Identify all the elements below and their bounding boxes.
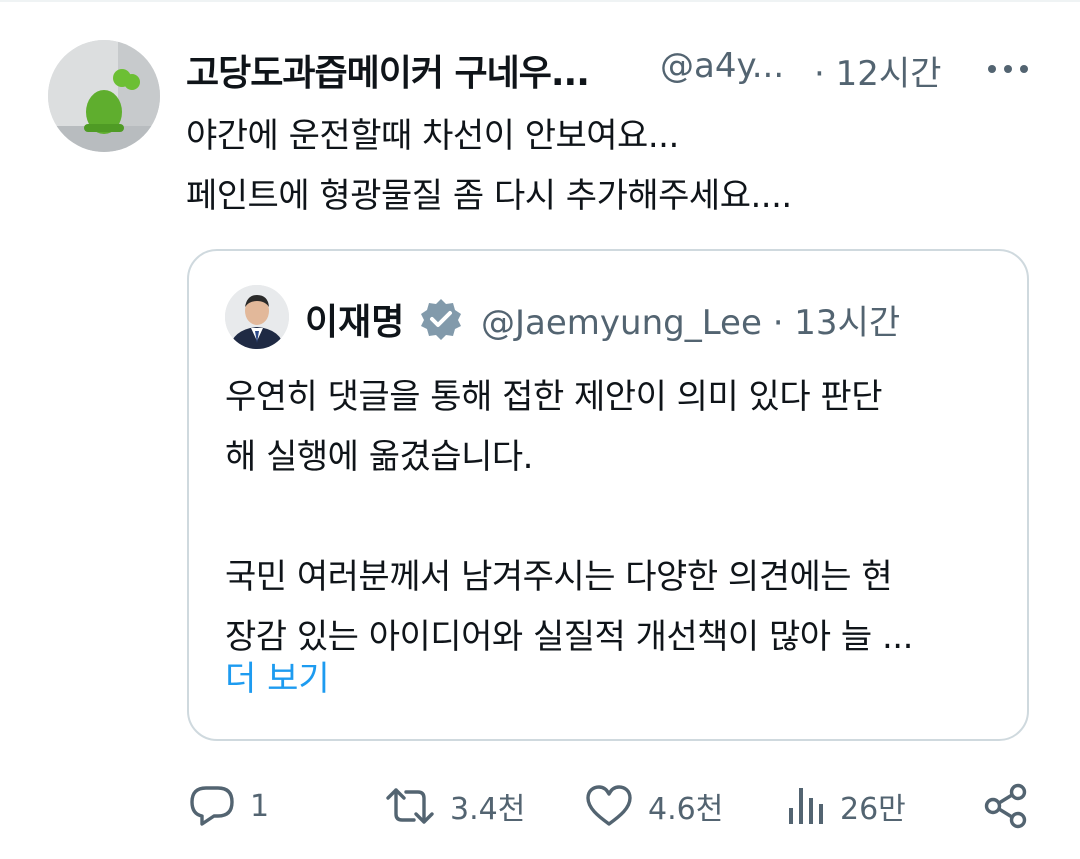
tweet-time[interactable]: · 12시간 — [814, 46, 941, 95]
top-divider — [0, 0, 1080, 2]
quote-author-avatar[interactable] — [225, 285, 289, 349]
verified-badge-icon — [419, 297, 463, 341]
show-more-link[interactable]: 더 보기 — [225, 651, 330, 700]
like-count: 4.6천 — [648, 792, 724, 827]
tweet-header: 고당도과즙메이커 구네우... @a4y... · 12시간 — [186, 40, 1046, 96]
share-button[interactable] — [982, 780, 1030, 832]
views-button[interactable]: 26만 — [786, 780, 906, 832]
reply-button[interactable]: 1 — [188, 780, 269, 832]
reply-count: 1 — [250, 788, 270, 824]
author-avatar[interactable] — [48, 40, 160, 152]
quote-author-handle[interactable]: @Jaemyung_Lee · 13시간 — [481, 295, 900, 344]
retweet-button[interactable]: 3.4천 — [384, 780, 525, 832]
heart-icon — [584, 784, 634, 828]
retweet-icon — [384, 784, 436, 828]
more-horizontal-icon[interactable] — [984, 54, 1032, 84]
like-button[interactable]: 4.6천 — [584, 780, 723, 832]
quote-tweet-card[interactable]: 이재명 @Jaemyung_Lee · 13시간 우연히 댓글을 통해 접한 제… — [187, 249, 1029, 741]
share-icon — [982, 782, 1030, 830]
views-count: 26만 — [840, 792, 906, 827]
quote-tweet-text: 우연히 댓글을 통해 접한 제안이 의미 있다 판단 해 실행에 옮겼습니다. … — [225, 377, 913, 657]
quote-author-name[interactable]: 이재명 — [305, 293, 404, 345]
author-handle[interactable]: @a4y... — [660, 46, 784, 86]
tweet-text: 야간에 운전할때 차선이 안보여요... 페인트에 형광물질 좀 다시 추가해주… — [186, 116, 792, 216]
author-name[interactable]: 고당도과즙메이커 구네우... — [186, 44, 590, 96]
views-icon — [786, 784, 826, 828]
retweet-count: 3.4천 — [450, 792, 526, 827]
reply-icon — [188, 784, 236, 828]
